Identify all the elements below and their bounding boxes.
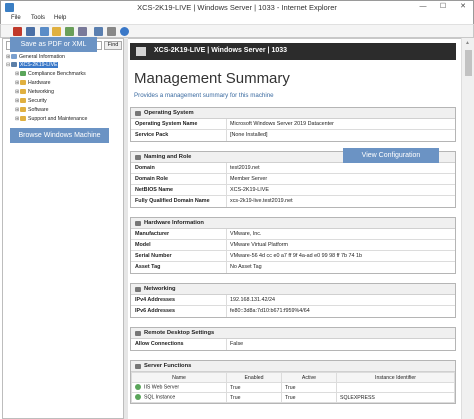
settings-icon[interactable] (94, 27, 103, 36)
find-button[interactable]: Find (104, 41, 122, 50)
scroll-up-icon[interactable]: ▲ (465, 40, 470, 46)
folder-icon (20, 80, 26, 86)
section-header: Server Functions (131, 361, 455, 372)
tree-item-support-maintenance[interactable]: ⊞ Support and Maintenance (15, 115, 87, 123)
tree-item-hardware[interactable]: ⊞ Hardware (15, 79, 51, 87)
tree-item-compliance-benchmarks[interactable]: ⊞ Compliance Benchmarks (15, 70, 86, 78)
table-cell: IIS Web Server (131, 382, 227, 393)
folder-icon (20, 116, 26, 122)
report-content: XCS-2K19-LIVE | Windows Server | 1033 Ma… (128, 38, 461, 419)
section-remote-desktop: Remote Desktop Settings Allow Connection… (130, 327, 456, 351)
table-cell: True (281, 392, 337, 403)
hardware-icon (135, 221, 141, 226)
table-row: IPv6 Addresses fe80::3d8a:7d10:b671:f959%… (131, 306, 455, 317)
toolbar (0, 24, 474, 38)
print-icon[interactable] (107, 27, 116, 36)
folder-icon (20, 98, 26, 104)
section-header: Remote Desktop Settings (131, 328, 455, 339)
table-cell: True (226, 392, 282, 403)
table-row: IPv4 Addresses 192.168.131.42/24 (131, 295, 455, 306)
table-cell: True (281, 382, 337, 393)
section-networking: Networking IPv4 Addresses 192.168.131.42/… (130, 283, 456, 318)
column-header: Active (281, 372, 337, 383)
report-banner: XCS-2K19-LIVE | Windows Server | 1033 (130, 43, 456, 60)
save-icon[interactable] (26, 27, 35, 36)
table-row: IIS Web Server True True (131, 382, 455, 393)
page-subtitle: Provides a management summary for this m… (134, 92, 274, 99)
stop-icon[interactable] (13, 27, 22, 36)
column-header: Instance Identifier (336, 372, 455, 383)
benchmark-icon (20, 71, 26, 77)
page-title: Management Summary (134, 70, 290, 87)
help-icon[interactable] (120, 27, 129, 36)
table-row: Domain test2019.net (131, 163, 455, 174)
windows-logo-icon (136, 47, 146, 56)
navigation-pane: Find ⊞ General Information ⊟ XCS-2K19-LIVE… (2, 38, 124, 419)
table-row: Domain Role Member Server (131, 174, 455, 185)
section-operating-system: Operating System Operating System Name Mi… (130, 107, 456, 142)
table-row: NetBIOS Name XCS-2K19-LIVE (131, 185, 455, 196)
server-functions-table: Name Enabled Active Instance Identifier … (131, 372, 455, 403)
menu-file[interactable]: File (11, 15, 21, 21)
window-title: XCS-2K19-LIVE | Windows Server | 1033 - … (137, 3, 337, 12)
section-header: Hardware Information (131, 218, 455, 229)
network-id-icon (135, 155, 141, 160)
refresh-icon[interactable] (40, 27, 49, 36)
tree-item-software[interactable]: ⊞ Software (15, 106, 48, 114)
table-row: Allow Connections False (131, 339, 455, 350)
check-icon (135, 394, 141, 401)
tooltip-view-configuration: View Configuration (343, 148, 439, 163)
menu-help[interactable]: Help (54, 15, 66, 21)
computer-icon (11, 62, 17, 68)
table-row: Asset Tag No Asset Tag (131, 262, 455, 273)
tree-item-general-information[interactable]: ⊞ General Information (6, 53, 65, 61)
table-row: SQL Instance True True SQLEXPRESS (131, 392, 455, 403)
export-icon[interactable] (78, 27, 87, 36)
table-cell: SQL Instance (131, 392, 227, 403)
tree-item-security[interactable]: ⊞ Security (15, 97, 47, 105)
open-icon[interactable] (52, 27, 61, 36)
menu-bar: File Tools Help (0, 13, 474, 24)
remote-desktop-icon (135, 331, 141, 336)
section-header: Operating System (131, 108, 455, 119)
tooltip-browse-machine: Browse Windows Machine (10, 128, 109, 143)
menu-tools[interactable]: Tools (31, 15, 45, 21)
table-row: Manufacturer VMware, Inc. (131, 229, 455, 240)
section-hardware: Hardware Information Manufacturer VMware,… (130, 217, 456, 274)
check-icon (135, 384, 141, 391)
scrollbar-thumb[interactable] (465, 50, 472, 76)
section-server-functions: Server Functions Name Enabled Active Ins… (130, 360, 456, 404)
table-row: Fully Qualified Domain Name xcs-2k19-live… (131, 196, 455, 207)
network-icon (135, 287, 141, 292)
folder-icon (20, 107, 26, 113)
tree-item-networking[interactable]: ⊞ Networking (15, 88, 54, 96)
tooltip-save-pdf: Save as PDF or XML (10, 37, 97, 52)
section-header: Networking (131, 284, 455, 295)
table-cell: SQLEXPRESS (336, 392, 455, 403)
table-cell: True (226, 382, 282, 393)
info-icon (11, 54, 17, 60)
table-row: Operating System Name Microsoft Windows S… (131, 119, 455, 130)
table-row: Model VMware Virtual Platform (131, 240, 455, 251)
title-bar: XCS-2K19-LIVE | Windows Server | 1033 - … (0, 0, 474, 13)
tree-item-machine[interactable]: ⊟ XCS-2K19-LIVE (6, 61, 59, 69)
column-header: Name (131, 372, 227, 383)
vertical-scrollbar[interactable]: ▲ (461, 38, 474, 419)
banner-title: XCS-2K19-LIVE | Windows Server | 1033 (154, 47, 288, 54)
server-icon (135, 364, 141, 369)
column-header: Enabled (226, 372, 282, 383)
table-row: Service Pack [None Installed] (131, 130, 455, 141)
run-icon[interactable] (65, 27, 74, 36)
table-row: Serial Number VMware-56 4d cc e0 a7 ff 9f… (131, 251, 455, 262)
table-cell (336, 382, 455, 393)
os-icon (135, 111, 141, 116)
folder-icon (20, 89, 26, 95)
